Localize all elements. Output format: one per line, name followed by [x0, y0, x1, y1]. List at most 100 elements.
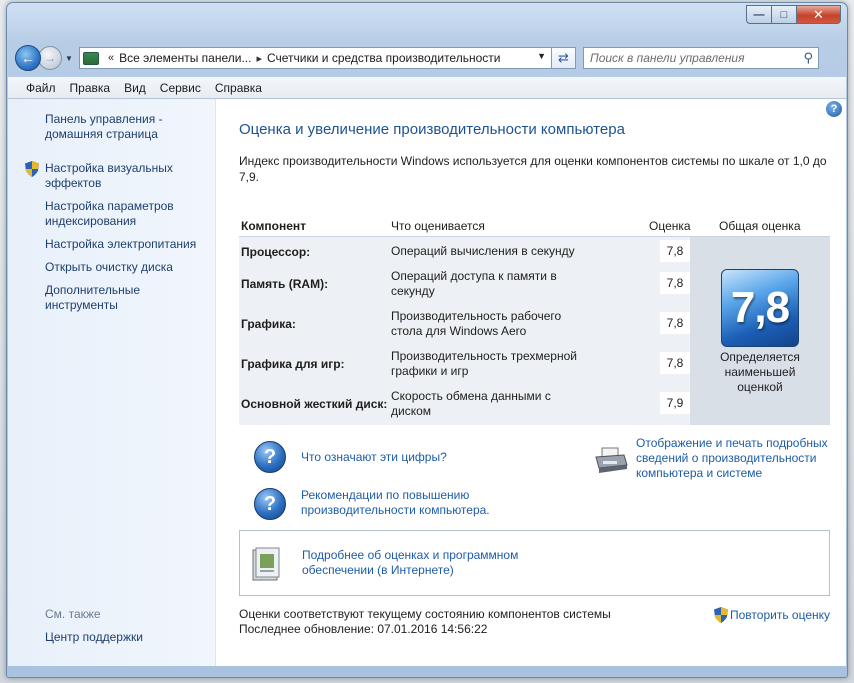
row-description: Скорость обмена данными с диском: [391, 389, 591, 419]
link-line: Подробнее об оценках и программном: [302, 548, 519, 562]
sidebar-item-advanced-tools[interactable]: Дополнительные инструменты: [45, 283, 140, 313]
overall-note-line: оценкой: [737, 380, 783, 394]
refresh-icon: ⇄: [558, 50, 569, 65]
caption-buttons: — □ ✕: [746, 5, 841, 24]
link-line: обеспечении (в Интернете): [302, 563, 454, 577]
online-info-link[interactable]: Подробнее об оценках и программном обесп…: [302, 548, 518, 578]
row-label: Графика:: [241, 317, 296, 331]
sidebar-item-label: Настройка параметров: [45, 199, 174, 213]
address-bar[interactable]: « Все элементы панели... ▸ Счетчики и ср…: [79, 47, 552, 69]
sidebar-item-indexing[interactable]: Настройка параметров индексирования: [45, 199, 174, 229]
performance-tips-link[interactable]: Рекомендации по повышению производительн…: [301, 488, 490, 518]
printer-icon[interactable]: [593, 447, 629, 475]
menu-edit[interactable]: Правка: [70, 81, 111, 95]
help-icon[interactable]: ?: [826, 101, 842, 117]
row-description: Производительность трехмерной графики и …: [391, 349, 591, 379]
sidebar-item-label: Открыть очистку диска: [45, 260, 173, 274]
rerun-assessment-button[interactable]: Повторить оценку: [714, 607, 830, 623]
overall-note-line: Определяется: [720, 350, 800, 364]
link-line: сведений о производительности: [636, 451, 817, 465]
sidebar-item-label: Настройка электропитания: [45, 237, 197, 251]
row-description: Операций вычисления в секунду: [391, 244, 591, 259]
forward-button[interactable]: →: [38, 46, 62, 70]
arrow-left-icon: ←: [21, 50, 35, 66]
sidebar-item-visual-effects[interactable]: Настройка визуальных эффектов: [45, 161, 173, 191]
overall-note-line: наименьшей: [724, 365, 796, 379]
sidebar-item-power[interactable]: Настройка электропитания: [45, 237, 196, 252]
search-icon[interactable]: ⚲: [803, 50, 813, 66]
row-label: Основной жесткий диск:: [241, 397, 388, 411]
recent-pages-dropdown[interactable]: ▼: [63, 54, 75, 63]
row-label: Память (RAM):: [241, 277, 329, 291]
search-input[interactable]: Поиск в панели управления ⚲: [583, 47, 819, 69]
what-numbers-link[interactable]: Что означают эти цифры?: [301, 450, 447, 465]
control-panel-window: — □ ✕ ← → ▼ « Все элементы панели... ▸ С…: [6, 2, 848, 678]
question-icon[interactable]: ?: [254, 488, 286, 520]
header-rated: Что оценивается: [391, 219, 485, 233]
row-description-line: Скорость обмена данными с: [391, 389, 551, 403]
sidebar-item-label: индексирования: [45, 214, 137, 228]
table-body: Процессор: Операций вычисления в секунду…: [239, 237, 830, 425]
sidebar-item-label: домашняя страница: [45, 127, 158, 141]
performance-table: Компонент Что оценивается Оценка Общая о…: [239, 215, 830, 425]
sidebar-item-label: Панель управления -: [45, 112, 163, 126]
header-score: Оценка: [649, 219, 691, 233]
question-icon[interactable]: ?: [254, 441, 286, 473]
close-icon: ✕: [813, 6, 824, 22]
row-description-line: Операций доступа к памяти в: [391, 269, 557, 283]
row-score: 7,9: [660, 392, 690, 414]
minimize-button[interactable]: —: [746, 5, 772, 24]
row-description-line: графики и игр: [391, 364, 469, 378]
row-description: Операций доступа к памяти в секунду: [391, 269, 591, 299]
chevron-double-left-icon[interactable]: «: [108, 52, 114, 64]
last-update-line: Последнее обновление: 07.01.2016 14:56:2…: [239, 622, 488, 636]
print-details-link[interactable]: Отображение и печать подробных сведений …: [636, 436, 828, 481]
navigation-bar: ← → ▼ « Все элементы панели... ▸ Счетчик…: [15, 44, 843, 72]
sidebar: Панель управления - домашняя страница На…: [8, 99, 216, 666]
intro-text: Индекс производительности Windows исполь…: [239, 154, 827, 184]
row-score: 7,8: [660, 312, 690, 334]
header-overall: Общая оценка: [719, 219, 801, 233]
row-score: 7,8: [660, 240, 690, 262]
row-description-line: стола для Windows Aero: [391, 324, 527, 338]
sidebar-item-label: Настройка визуальных: [45, 161, 173, 175]
row-label: Процессор:: [241, 245, 311, 259]
sidebar-item-home[interactable]: Панель управления - домашняя страница: [45, 112, 163, 142]
status-line: Оценки соответствуют текущему состоянию …: [239, 607, 611, 621]
header-component: Компонент: [241, 219, 306, 233]
table-header: Компонент Что оценивается Оценка Общая о…: [239, 215, 830, 237]
link-line: Отображение и печать подробных: [636, 436, 828, 450]
menu-bar: Файл Правка Вид Сервис Справка: [8, 77, 846, 99]
row-score: 7,8: [660, 352, 690, 374]
back-button[interactable]: ←: [15, 45, 41, 71]
uac-shield-icon: [714, 607, 728, 623]
menu-help[interactable]: Справка: [215, 81, 262, 95]
address-dropdown-icon[interactable]: ▼: [537, 51, 546, 61]
content-area: Панель управления - домашняя страница На…: [8, 99, 846, 666]
row-score: 7,8: [660, 272, 690, 294]
row-description: Производительность рабочего стола для Wi…: [391, 309, 591, 339]
overall-score-note: Определяется наименьшей оценкой: [690, 350, 830, 395]
sidebar-item-disk-cleanup[interactable]: Открыть очистку диска: [45, 260, 173, 275]
close-button[interactable]: ✕: [797, 5, 841, 24]
menu-tools[interactable]: Сервис: [160, 81, 201, 95]
menu-file[interactable]: Файл: [26, 81, 56, 95]
refresh-button[interactable]: ⇄: [552, 47, 576, 69]
row-description-line: Операций вычисления в секунду: [391, 244, 575, 258]
status-text: Оценки соответствуют текущему состоянию …: [239, 607, 611, 637]
row-description-line: секунду: [391, 284, 435, 298]
sidebar-item-support-center[interactable]: Центр поддержки: [45, 630, 143, 645]
search-placeholder: Поиск в панели управления: [590, 51, 745, 65]
breadcrumb-all-items[interactable]: Все элементы панели...: [119, 51, 251, 65]
link-line: производительности компьютера.: [301, 503, 490, 517]
minimize-icon: —: [753, 8, 765, 21]
maximize-button[interactable]: □: [772, 5, 797, 24]
overall-score-panel: 7,8 Определяется наименьшей оценкой: [690, 237, 830, 425]
row-description-line: диском: [391, 404, 432, 418]
online-info-box: Подробнее об оценках и программном обесп…: [239, 530, 830, 596]
base-score-badge: 7,8: [721, 269, 799, 347]
breadcrumb-separator-icon[interactable]: ▸: [256, 52, 262, 65]
menu-view[interactable]: Вид: [124, 81, 146, 95]
arrow-right-icon: →: [44, 51, 56, 65]
breadcrumb-performance[interactable]: Счетчики и средства производительности: [267, 51, 500, 65]
